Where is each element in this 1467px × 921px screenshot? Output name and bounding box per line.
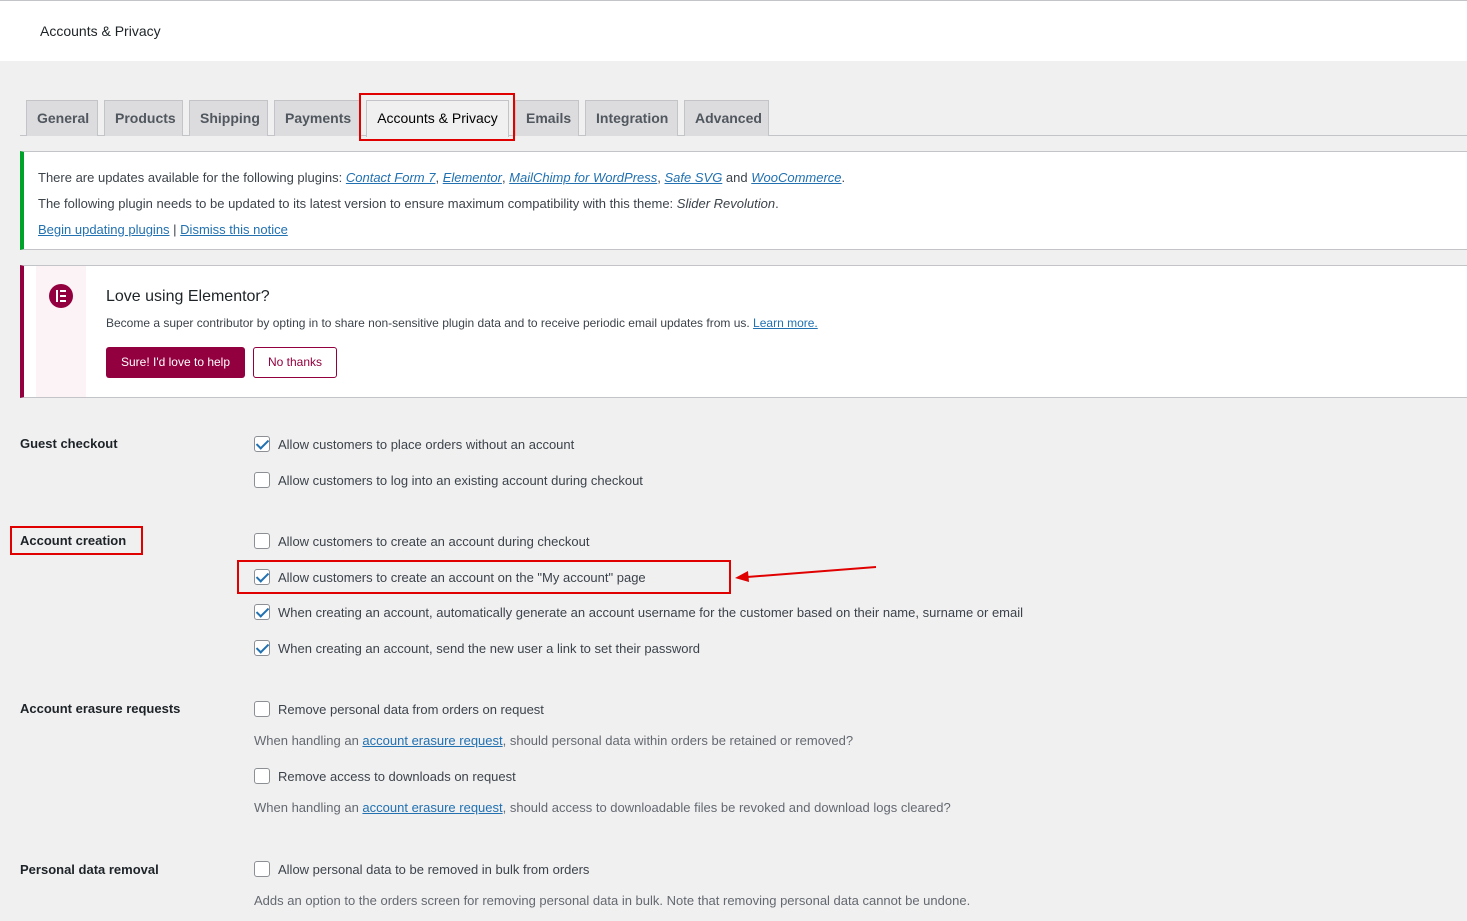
option-label: When creating an account, automatically … bbox=[278, 605, 1024, 620]
description-prefix: When handling an bbox=[254, 733, 363, 748]
elementor-notice-body: Become a super contributor by opting in … bbox=[106, 316, 818, 330]
account-creation-highlight-box bbox=[10, 526, 143, 555]
updates-line-2-prefix: The following plugin needs to be updated… bbox=[38, 196, 677, 211]
separator-comma: , bbox=[435, 170, 443, 185]
link-mailchimp[interactable]: MailChimp for WordPress bbox=[509, 170, 657, 185]
checkbox-checked[interactable] bbox=[254, 436, 270, 452]
updates-line-2: The following plugin needs to be updated… bbox=[38, 196, 1467, 212]
tab-integration[interactable]: Integration bbox=[585, 100, 678, 136]
my-account-option-highlight-box bbox=[237, 560, 731, 594]
option-label: Remove personal data from orders on requ… bbox=[278, 702, 544, 717]
option-label: Allow customers to place orders without … bbox=[278, 437, 575, 452]
no-thanks-button[interactable]: No thanks bbox=[253, 347, 337, 378]
account-erasure-label: Account erasure requests bbox=[20, 701, 181, 716]
personal-data-removal-description: Adds an option to the orders screen for … bbox=[254, 893, 971, 908]
erasure-description-orders: When handling an account erasure request… bbox=[254, 733, 853, 748]
page-title: Accounts & Privacy bbox=[40, 23, 161, 39]
elementor-logo-icon bbox=[49, 284, 73, 308]
checkbox-checked[interactable] bbox=[254, 604, 270, 620]
erasure-description-downloads: When handling an account erasure request… bbox=[254, 800, 951, 815]
option-label: When creating an account, send the new u… bbox=[278, 641, 701, 656]
divider: | bbox=[169, 222, 181, 237]
link-contact-form-7[interactable]: Contact Form 7 bbox=[346, 170, 436, 185]
option-label: Allow personal data to be removed in bul… bbox=[278, 862, 590, 877]
option-label: Allow customers to create an account dur… bbox=[278, 534, 590, 549]
opt-in-button[interactable]: Sure! I'd love to help bbox=[106, 347, 245, 378]
tab-shipping[interactable]: Shipping bbox=[189, 100, 268, 136]
description-prefix: When handling an bbox=[254, 800, 363, 815]
elementor-notice-text: Become a super contributor by opting in … bbox=[106, 316, 754, 330]
checkbox-checked[interactable] bbox=[254, 640, 270, 656]
settings-tabs: General Products Shipping Payments Accou… bbox=[20, 100, 1467, 137]
tab-advanced[interactable]: Advanced bbox=[684, 100, 769, 136]
updates-actions: Begin updating plugins | Dismiss this no… bbox=[38, 222, 1467, 238]
link-safe-svg[interactable]: Safe SVG bbox=[665, 170, 723, 185]
separator-comma: , bbox=[657, 170, 665, 185]
annotation-arrow-icon bbox=[735, 566, 877, 582]
tab-payments[interactable]: Payments bbox=[274, 100, 360, 136]
slider-revolution-name: Slider Revolution bbox=[676, 196, 776, 211]
elementor-notice-heading: Love using Elementor? bbox=[106, 288, 270, 305]
begin-updating-link[interactable]: Begin updating plugins bbox=[38, 222, 170, 237]
checkbox-unchecked[interactable] bbox=[254, 768, 270, 784]
option-label: Remove access to downloads on request bbox=[278, 769, 516, 784]
elementor-optin-notice: Love using Elementor? Become a super con… bbox=[20, 265, 1467, 398]
learn-more-link[interactable]: Learn more. bbox=[753, 316, 818, 330]
account-erasure-request-link[interactable]: account erasure request bbox=[362, 800, 502, 815]
account-erasure-request-link[interactable]: account erasure request bbox=[362, 733, 502, 748]
description-suffix: , should access to downloadable files be… bbox=[502, 800, 951, 815]
updates-line-1: There are updates available for the foll… bbox=[38, 170, 1467, 186]
checkbox-unchecked[interactable] bbox=[254, 701, 270, 717]
plugin-updates-notice: There are updates available for the foll… bbox=[20, 151, 1467, 250]
link-elementor[interactable]: Elementor bbox=[443, 170, 502, 185]
checkbox-unchecked[interactable] bbox=[254, 533, 270, 549]
link-woocommerce[interactable]: WooCommerce bbox=[751, 170, 841, 185]
dismiss-notice-link[interactable]: Dismiss this notice bbox=[180, 222, 288, 237]
updates-line-1-prefix: There are updates available for the foll… bbox=[38, 170, 346, 185]
tab-emails[interactable]: Emails bbox=[515, 100, 579, 136]
checkbox-unchecked[interactable] bbox=[254, 861, 270, 877]
guest-checkout-label: Guest checkout bbox=[20, 436, 118, 451]
description-suffix: , should personal data within orders be … bbox=[502, 733, 854, 748]
option-label: Allow customers to log into an existing … bbox=[278, 473, 643, 488]
checkbox-unchecked[interactable] bbox=[254, 472, 270, 488]
period: . bbox=[841, 170, 846, 185]
page-header: Accounts & Privacy bbox=[0, 0, 1467, 61]
tab-products[interactable]: Products bbox=[104, 100, 183, 136]
tab-general[interactable]: General bbox=[26, 100, 98, 136]
personal-data-removal-label: Personal data removal bbox=[20, 862, 159, 877]
elementor-icon-column bbox=[36, 266, 86, 397]
separator-and: and bbox=[722, 170, 752, 185]
period: . bbox=[775, 196, 779, 211]
tab-highlight-box bbox=[359, 93, 515, 141]
